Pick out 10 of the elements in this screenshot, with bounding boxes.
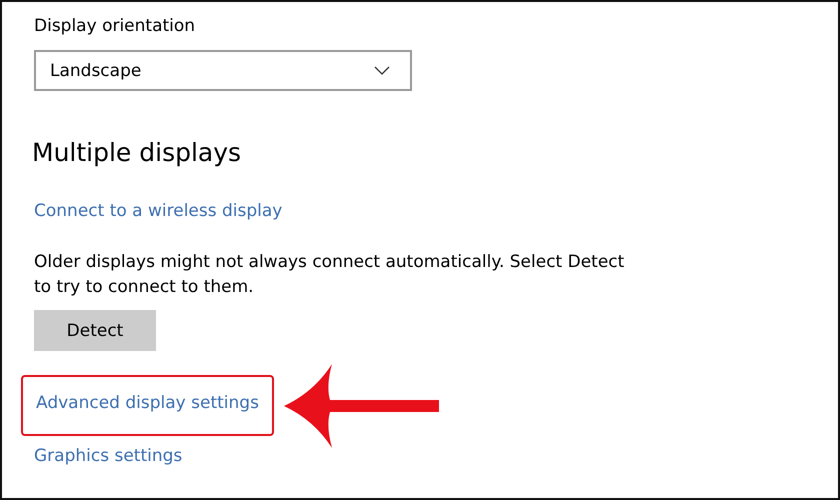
arrow-icon bbox=[284, 364, 439, 448]
chevron-down-icon bbox=[374, 66, 390, 75]
field-label: Display orientation bbox=[34, 15, 196, 38]
help-text: Older displays might not always connect automatically. Select Detect to try to connect to them. bbox=[34, 251, 626, 299]
settings-link[interactable]: Connect to a wireless display bbox=[34, 199, 282, 223]
detect-button[interactable]: Detect bbox=[34, 310, 156, 351]
section-title: Multiple displays bbox=[32, 137, 242, 169]
settings-link[interactable]: Advanced display settings bbox=[36, 391, 259, 415]
orientation-dropdown[interactable]: Landscape bbox=[34, 50, 412, 91]
settings-link[interactable]: Graphics settings bbox=[34, 444, 182, 468]
